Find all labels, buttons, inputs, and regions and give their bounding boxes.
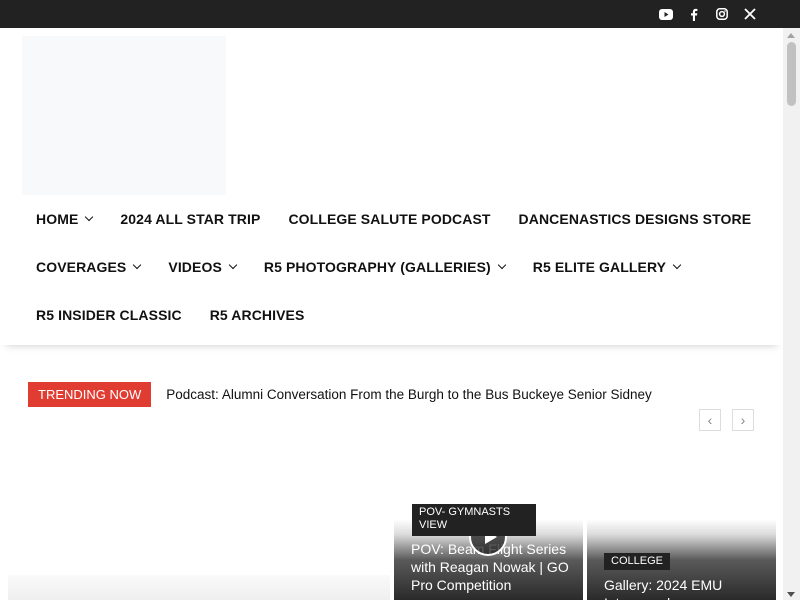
nav-row-1: HOME 2024 ALL STAR TRIP COLLEGE SALUTE P… bbox=[22, 195, 765, 243]
trending-headline[interactable]: Podcast: Alumni Conversation From the Bu… bbox=[166, 387, 652, 402]
nav-item-label: R5 PHOTOGRAPHY (GALLERIES) bbox=[263, 259, 491, 275]
youtube-icon[interactable] bbox=[655, 0, 677, 28]
featured-card[interactable]: COLLEGE Gallery: 2024 EMU Intersquad bbox=[587, 520, 776, 600]
nav-item-r5-archives[interactable]: R5 ARCHIVES bbox=[196, 307, 319, 323]
nav-item-label: COLLEGE SALUTE PODCAST bbox=[288, 211, 491, 227]
main-navigation: HOME 2024 ALL STAR TRIP COLLEGE SALUTE P… bbox=[0, 195, 783, 345]
nav-item-videos[interactable]: VIDEOS bbox=[154, 259, 250, 275]
nav-row-2: COVERAGES VIDEOS R5 PHOTOGRAPHY (GALLERI… bbox=[22, 243, 694, 291]
trending-next-button[interactable]: › bbox=[732, 409, 754, 431]
chevron-down-icon bbox=[85, 212, 94, 222]
scroll-down-icon[interactable] bbox=[787, 592, 795, 597]
card-image bbox=[8, 575, 390, 600]
top-bar bbox=[0, 0, 800, 28]
scroll-up-icon[interactable] bbox=[787, 33, 795, 38]
nav-item-label: COVERAGES bbox=[36, 259, 127, 275]
facebook-icon[interactable] bbox=[683, 0, 705, 28]
nav-item-r5-elite-gallery[interactable]: R5 ELITE GALLERY bbox=[519, 259, 694, 275]
nav-item-coverages[interactable]: COVERAGES bbox=[22, 259, 154, 275]
trending-prev-button[interactable]: ‹ bbox=[699, 409, 721, 431]
nav-item-label: R5 INSIDER CLASSIC bbox=[36, 307, 182, 323]
nav-item-college-salute-podcast[interactable]: COLLEGE SALUTE PODCAST bbox=[274, 211, 504, 227]
chevron-down-icon bbox=[672, 260, 682, 270]
featured-card-main[interactable] bbox=[8, 575, 390, 600]
nav-item-label: 2024 ALL STAR TRIP bbox=[120, 211, 261, 227]
nav-item-label: DANCENASTICS DESIGNS STORE bbox=[518, 211, 752, 227]
nav-item-dancenastics-designs-store[interactable]: DANCENASTICS DESIGNS STORE bbox=[505, 211, 766, 227]
card-title[interactable]: Gallery: 2024 EMU Intersquad bbox=[604, 576, 764, 600]
nav-item-label: VIDEOS bbox=[168, 259, 222, 275]
trending-label: TRENDING NOW bbox=[28, 381, 152, 407]
nav-row-3: R5 INSIDER CLASSIC R5 ARCHIVES bbox=[22, 291, 318, 339]
nav-item-r5-photography[interactable]: R5 PHOTOGRAPHY (GALLERIES) bbox=[250, 259, 519, 275]
instagram-icon[interactable] bbox=[711, 0, 733, 28]
nav-item-label: R5 ELITE GALLERY bbox=[532, 259, 667, 275]
chevron-down-icon bbox=[133, 260, 142, 270]
nav-item-r5-insider-classic[interactable]: R5 INSIDER CLASSIC bbox=[22, 307, 196, 323]
nav-item-2024-all-star-trip[interactable]: 2024 ALL STAR TRIP bbox=[106, 211, 274, 227]
nav-item-label: HOME bbox=[36, 211, 79, 227]
nav-item-label: R5 ARCHIVES bbox=[209, 307, 305, 323]
trending-ticker: TRENDING NOW Podcast: Alumni Conversatio… bbox=[28, 381, 652, 407]
nav-item-home[interactable]: HOME bbox=[22, 211, 106, 227]
category-tag[interactable]: POV- GYMNASTS VIEW bbox=[412, 504, 536, 536]
vertical-scrollbar[interactable] bbox=[783, 28, 800, 600]
scroll-thumb[interactable] bbox=[787, 42, 796, 106]
category-tag[interactable]: COLLEGE bbox=[604, 553, 670, 570]
x-twitter-icon[interactable] bbox=[739, 0, 761, 28]
chevron-down-icon bbox=[497, 260, 507, 270]
chevron-down-icon bbox=[228, 260, 238, 270]
